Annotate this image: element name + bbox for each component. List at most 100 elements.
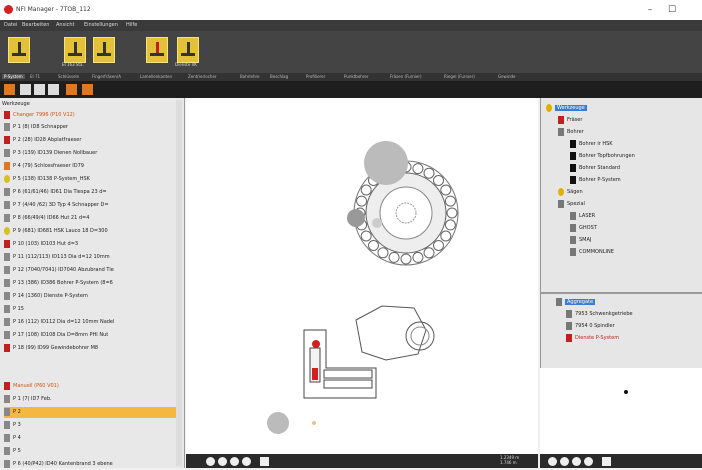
tool-icon bbox=[4, 161, 10, 170]
tool-list-item[interactable]: P 5 bbox=[4, 446, 176, 457]
tab-8[interactable]: Beschlag bbox=[270, 74, 288, 79]
tool-list-item[interactable]: P 17 (108) ID108 Dia D=8mm PHI Nut bbox=[4, 330, 176, 341]
catalog-node[interactable]: Spezial bbox=[546, 198, 635, 210]
pointer-icon[interactable] bbox=[206, 457, 215, 466]
zoom-out-icon[interactable] bbox=[572, 457, 581, 466]
tool-button-3[interactable] bbox=[93, 37, 115, 63]
menu-file[interactable]: Datei bbox=[4, 22, 17, 28]
tool-list-item[interactable]: P 10 (103) ID103 Hut d=3 bbox=[4, 239, 176, 250]
catalog-node[interactable]: Bohrer ir HSK bbox=[546, 138, 635, 150]
tool-button-1[interactable] bbox=[8, 37, 30, 63]
grid-icon[interactable] bbox=[602, 457, 611, 466]
tool-catalog-tree: Werkzeuge Fräser Bohrer Bohrer ir HSK Bohrer… bbox=[546, 102, 635, 258]
maximize-button[interactable]: ☐ bbox=[662, 3, 682, 17]
zoom-in-icon[interactable] bbox=[560, 457, 569, 466]
tool-list-item[interactable]: P 11 (112/113) ID113 Dia d=12 10mm bbox=[4, 252, 176, 263]
catalog-node[interactable]: Bohrer P-System bbox=[546, 174, 635, 186]
tab-13[interactable]: Gewinde bbox=[498, 74, 515, 79]
drawing-canvas[interactable] bbox=[186, 98, 538, 454]
tab-10[interactable]: Punktbohrer bbox=[344, 74, 368, 79]
grid-icon[interactable] bbox=[260, 457, 269, 466]
tool-list-item[interactable]: P 2 bbox=[4, 407, 176, 418]
tool-list-item[interactable]: P 18 (99) ID99 Gewindebohrer M8 bbox=[4, 343, 176, 354]
tool-list-item[interactable]: P 15 bbox=[4, 304, 176, 315]
group-manual[interactable]: Manuell (P60 V01) bbox=[4, 381, 176, 392]
catalog-node[interactable]: Bohrer bbox=[546, 126, 635, 138]
zoom-fit-icon[interactable] bbox=[242, 457, 251, 466]
aggregate-item[interactable]: 7954 0 Spindler bbox=[566, 320, 633, 332]
aggregate-item[interactable]: Dienste P-System bbox=[566, 332, 633, 344]
zoom-in-icon[interactable] bbox=[218, 457, 227, 466]
tab-4[interactable]: Fingerfräsen/A bbox=[92, 74, 121, 79]
tool-list-item[interactable]: P 4 (79) Schlossfraeser ID79 bbox=[4, 161, 176, 172]
tab-7[interactable]: Bohrlehre bbox=[240, 74, 260, 79]
new-icon[interactable] bbox=[4, 84, 15, 95]
tool-label: P 9 (681) ID681 HSK Lauco 18 D=300 bbox=[13, 228, 108, 234]
save-icon[interactable] bbox=[82, 84, 93, 95]
panel-divider[interactable] bbox=[540, 292, 702, 294]
tool-list-item[interactable]: P 7 (4/40 /62) 3D Typ 4 Schnapper D= bbox=[4, 200, 176, 211]
group-changer[interactable]: Changer 7996 (P10 V12) bbox=[4, 110, 176, 121]
tool-button-4[interactable] bbox=[146, 37, 168, 63]
tab-9[interactable]: Profilierer bbox=[306, 74, 325, 79]
tool-list-item[interactable]: P 3 bbox=[4, 420, 176, 431]
tool-icon bbox=[4, 317, 10, 326]
aggregate-item[interactable]: 7953 Schwenkgetriebe bbox=[566, 308, 633, 320]
tool-list-item[interactable]: P 14 (1360) Dienste P-System bbox=[4, 291, 176, 302]
tab-11[interactable]: Fräsen (Furnier) bbox=[390, 74, 422, 79]
menu-help[interactable]: Hilfe bbox=[126, 22, 137, 28]
tab-3[interactable]: Schlüsseln bbox=[58, 74, 79, 79]
node-icon bbox=[570, 223, 576, 232]
insert-tool-icon[interactable] bbox=[20, 84, 31, 95]
tool-list-item[interactable]: P 16 (112) ID112 Dia d=12 10mm Nadel bbox=[4, 317, 176, 328]
node-label: GHOST bbox=[579, 225, 597, 231]
tool-list-item[interactable]: P 8 (66/49/4) ID66 Hut 21 d=4 bbox=[4, 213, 176, 224]
zoom-fit-icon[interactable] bbox=[584, 457, 593, 466]
tab-p-system[interactable]: P-System bbox=[2, 74, 25, 79]
lock-icon[interactable] bbox=[66, 84, 77, 95]
tool-list-item[interactable]: P 6 (61/61/46) ID61 Dia Tiespa 23 d= bbox=[4, 187, 176, 198]
tool-list-item[interactable]: P 1 (7) ID7 Feb. bbox=[4, 394, 176, 405]
tab-2[interactable]: EI 71 bbox=[30, 74, 40, 79]
left-scrollbar[interactable] bbox=[176, 100, 182, 466]
catalog-node[interactable]: Sägen bbox=[546, 186, 635, 198]
panel-header: Werkzeuge bbox=[2, 101, 30, 107]
catalog-node[interactable]: Fräser bbox=[546, 114, 635, 126]
node-icon bbox=[570, 235, 576, 244]
tool-list-item[interactable]: P 4 bbox=[4, 433, 176, 444]
catalog-node[interactable]: COMMONLINE bbox=[546, 246, 635, 258]
catalog-node[interactable]: GHOST bbox=[546, 222, 635, 234]
tool-button-2[interactable] bbox=[64, 37, 86, 63]
minimize-button[interactable]: – bbox=[640, 3, 660, 17]
tool-list-item[interactable]: P 5 (138) ID138 P-System_HSK bbox=[4, 174, 176, 185]
tool-button-5[interactable] bbox=[177, 37, 199, 63]
menu-settings[interactable]: Einstellungen bbox=[84, 22, 118, 28]
aggregate-block bbox=[303, 329, 377, 399]
tool-label: P 3 bbox=[13, 422, 21, 428]
tool-list-item[interactable]: P 12 (7040/7041) ID7040 Abzubrand Tie bbox=[4, 265, 176, 276]
node-icon bbox=[558, 187, 564, 196]
tool-list-item[interactable]: P 13 (386) ID386 Bohrer P-System (8=6 bbox=[4, 278, 176, 289]
catalog-node[interactable]: LASER bbox=[546, 210, 635, 222]
node-label: Werkzeuge bbox=[555, 105, 587, 111]
tab-6[interactable]: Zentrierlocher bbox=[188, 74, 217, 79]
remove-tool-icon[interactable] bbox=[34, 84, 45, 95]
tool-label: P 5 bbox=[13, 448, 21, 454]
tool-list-item[interactable]: P 3 (139) ID139 Dienen Nollbauer bbox=[4, 148, 176, 159]
catalog-node[interactable]: SMAJ bbox=[546, 234, 635, 246]
aggregates-header[interactable]: Aggregate bbox=[556, 296, 596, 308]
tool-list-item[interactable]: P 9 (681) ID681 HSK Lauco 18 D=300 bbox=[4, 226, 176, 237]
catalog-node[interactable]: Bohrer Standard bbox=[546, 162, 635, 174]
zoom-out-icon[interactable] bbox=[230, 457, 239, 466]
menu-view[interactable]: Ansicht bbox=[56, 22, 74, 28]
tool-list-item[interactable]: P 2 (28) ID28 Abplatfraeser bbox=[4, 135, 176, 146]
tab-5[interactable]: Lamellenkanten bbox=[140, 74, 172, 79]
catalog-node[interactable]: Werkzeuge bbox=[546, 102, 635, 114]
pointer-icon[interactable] bbox=[548, 457, 557, 466]
edit-tool-icon[interactable] bbox=[48, 84, 59, 95]
tool-list-item[interactable]: P 1 (8) ID8 Schnapper bbox=[4, 122, 176, 133]
tool-list-item[interactable]: P 6 (40/P42) ID40 Kantenbrand 3 ebene bbox=[4, 459, 176, 470]
menu-edit[interactable]: Bearbeiten bbox=[22, 22, 49, 28]
catalog-node[interactable]: Bohrer Topfbohrungen bbox=[546, 150, 635, 162]
tab-12[interactable]: Riegel (Furnier) bbox=[444, 74, 475, 79]
